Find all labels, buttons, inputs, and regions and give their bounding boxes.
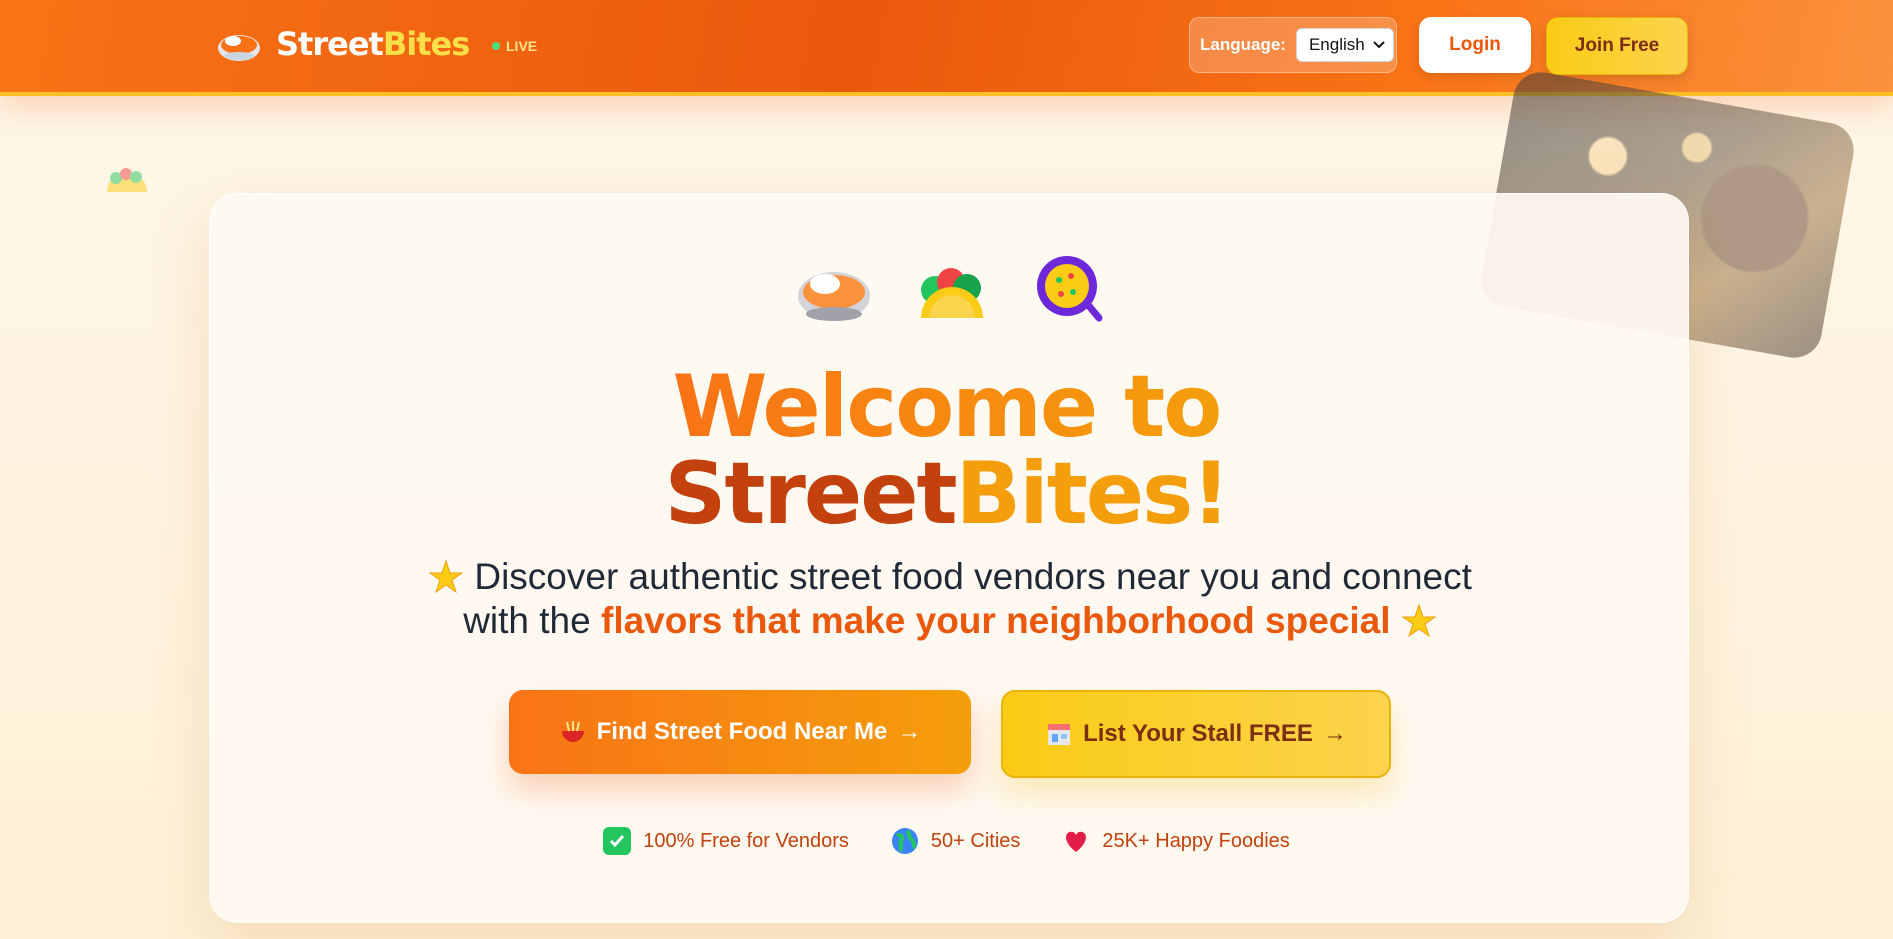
language-label: Language:	[1200, 35, 1286, 54]
login-button[interactable]: Login	[1419, 17, 1531, 73]
hero-title-line1: Welcome to	[672, 357, 1223, 457]
store-icon	[1048, 724, 1071, 745]
top-navbar: StreetBites LIVE Language: English Login…	[0, 0, 1893, 96]
stat-label: 25K+ Happy Foodies	[1102, 829, 1290, 852]
heart-icon	[1062, 827, 1090, 855]
find-street-food-button[interactable]: Find Street Food Near Me →	[509, 690, 971, 774]
brand-name: StreetBites	[276, 25, 470, 63]
hero-subtitle: Discover authentic street food vendors n…	[420, 555, 1480, 643]
sparkle-star-icon	[1401, 603, 1437, 638]
list-button-label: List Your Stall FREE	[1083, 720, 1313, 747]
hero-title-line2: StreetBites!	[664, 444, 1230, 544]
stat-free-vendors: 100% Free for Vendors	[603, 827, 849, 855]
live-indicator: LIVE	[492, 38, 537, 54]
taco-icon	[107, 168, 147, 192]
subtitle-highlight: flavors that make your neighborhood spec…	[601, 600, 1391, 641]
stat-label: 100% Free for Vendors	[643, 829, 849, 852]
live-dot-icon	[492, 42, 500, 50]
stats-row: 100% Free for Vendors 50+ Cities 25K+ Ha…	[0, 827, 1893, 855]
stat-happy-foodies: 25K+ Happy Foodies	[1062, 827, 1290, 855]
curry-bowl-icon	[218, 35, 260, 61]
curry-rice-icon	[798, 272, 870, 321]
find-button-label: Find Street Food Near Me	[596, 718, 888, 745]
noodle-bowl-icon	[561, 721, 584, 742]
arrow-right-icon: →	[897, 718, 922, 745]
brand[interactable]: StreetBites	[216, 24, 470, 64]
globe-icon	[891, 827, 919, 855]
list-your-stall-button[interactable]: List Your Stall FREE →	[1001, 690, 1391, 778]
language-value: English	[1308, 35, 1365, 54]
paella-pan-icon	[1037, 256, 1103, 322]
language-selector: Language: English	[1189, 17, 1397, 73]
arrow-right-icon: →	[1322, 720, 1347, 747]
check-icon	[603, 827, 632, 855]
sparkle-star-icon	[428, 559, 464, 594]
live-label: LIVE	[506, 38, 538, 54]
language-select[interactable]: English	[1295, 28, 1394, 62]
join-free-button[interactable]: Join Free	[1546, 17, 1688, 75]
taco-icon	[921, 268, 983, 318]
stat-label: 50+ Cities	[930, 829, 1021, 852]
chevron-down-icon	[1373, 41, 1385, 49]
stat-cities: 50+ Cities	[891, 827, 1021, 855]
food-emoji-row	[795, 256, 1109, 328]
